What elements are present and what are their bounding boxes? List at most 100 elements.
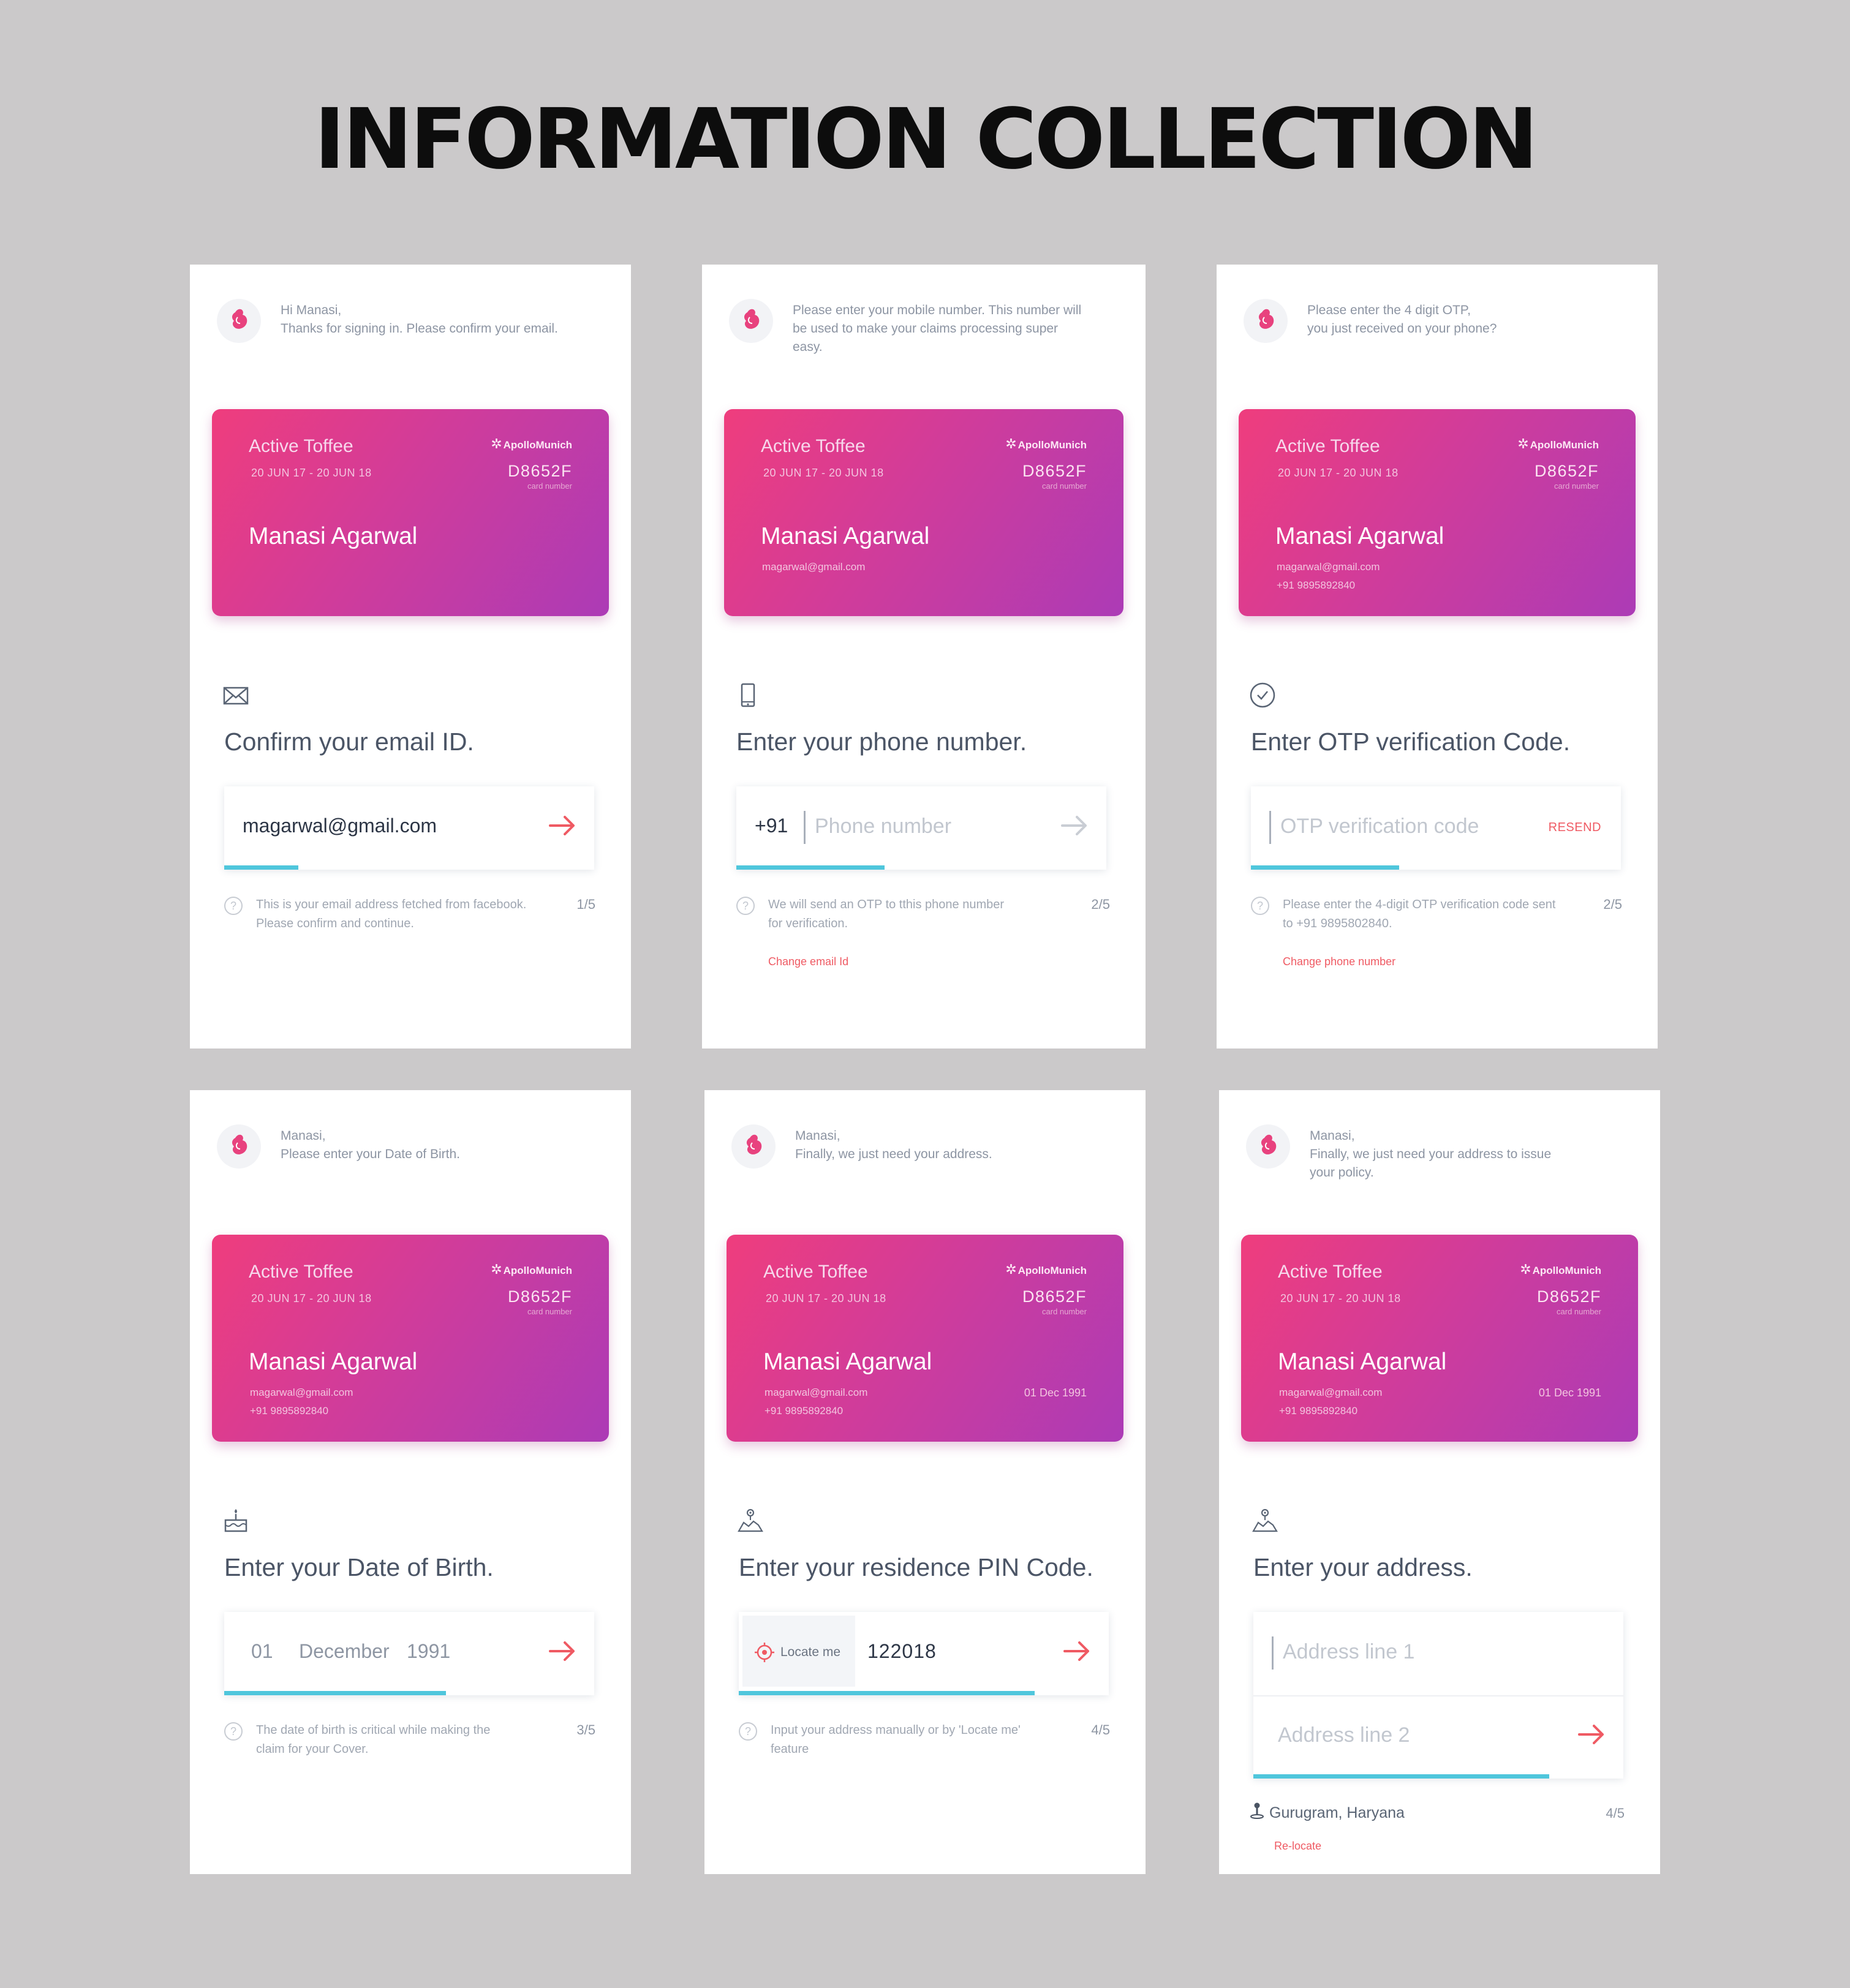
address-line-1-input[interactable]: Address line 1 (1283, 1640, 1414, 1664)
bot-avatar-icon (731, 1124, 776, 1169)
card-phone: +91 9895892840 (1277, 579, 1356, 591)
bot-avatar-icon (217, 1124, 261, 1169)
otp-input[interactable]: OTP verification code (1280, 815, 1479, 838)
next-arrow-button[interactable] (1061, 1635, 1093, 1667)
progress-bar (739, 1691, 1035, 1695)
next-arrow-button[interactable] (1059, 810, 1090, 842)
otp-screen: Please enter the 4 digit OTP, you just r… (1217, 265, 1658, 1049)
pincode-screen: Manasi, Finally, we just need your addre… (704, 1090, 1146, 1874)
card-validity-dates: 20 JUN 17 - 20 JUN 18 (1278, 467, 1399, 479)
change-email-link[interactable]: Change email Id (768, 955, 848, 968)
phone-entry-screen: Please enter your mobile number. This nu… (702, 265, 1146, 1049)
greeting-line: Finally, we just need your address. (795, 1147, 992, 1161)
target-icon (753, 1641, 776, 1666)
card-holder-name: Manasi Agarwal (249, 523, 418, 549)
next-arrow-button[interactable] (546, 1635, 578, 1667)
insurer-name: ApolloMunich (1018, 439, 1087, 451)
address-line-2-row[interactable]: Address line 2 (1253, 1695, 1623, 1779)
field-heading: Enter your phone number. (736, 728, 1027, 756)
step-indicator: 1/5 (576, 897, 595, 912)
card-holder-name: Manasi Agarwal (763, 1349, 932, 1375)
locate-me-button[interactable]: Locate me (742, 1616, 855, 1687)
bot-avatar-icon (1244, 299, 1288, 343)
apollo-star-icon: ✲ (491, 1262, 502, 1277)
insurer-name: ApolloMunich (1532, 1265, 1601, 1276)
card-validity-dates: 20 JUN 17 - 20 JUN 18 (251, 1292, 372, 1305)
field-heading: Confirm your email ID. (224, 728, 474, 756)
card-email: magarwal@gmail.com (765, 1387, 868, 1398)
next-arrow-button[interactable] (546, 810, 578, 842)
mobile-phone-icon (734, 681, 762, 709)
card-email: magarwal@gmail.com (1277, 561, 1380, 573)
dob-field[interactable]: 01 December 1991 (224, 1612, 594, 1695)
person-pin-icon (1250, 1802, 1264, 1824)
apollo-star-icon: ✲ (1520, 1262, 1531, 1277)
card-number: D8652F (507, 1287, 572, 1306)
bot-greeting: Please enter the 4 digit OTP, you just r… (1307, 301, 1638, 338)
progress-bar (224, 865, 298, 870)
change-phone-link[interactable]: Change phone number (1283, 955, 1395, 968)
apollo-star-icon: ✲ (1005, 1262, 1017, 1277)
email-confirm-screen: Hi Manasi, Thanks for signing in. Please… (190, 265, 631, 1049)
card-number-label: card number (1557, 1307, 1601, 1316)
help-icon: ? (224, 897, 243, 915)
address-field[interactable]: Address line 1 Address line 2 (1253, 1612, 1623, 1779)
insurance-card: Active Toffee 20 JUN 17 - 20 JUN 18 ✲ Apo… (724, 409, 1123, 616)
bot-avatar-icon (729, 299, 773, 343)
help-text: ? Please enter the 4-digit OTP verificat… (1251, 895, 1557, 933)
bot-greeting: Manasi, Finally, we just need your addre… (1310, 1127, 1579, 1182)
insurer-logo: ✲ ApolloMunich (1517, 436, 1599, 452)
email-field[interactable]: magarwal@gmail.com (224, 786, 594, 870)
insurance-card: Active Toffee 20 JUN 17 - 20 JUN 18 ✲ Apo… (212, 409, 609, 616)
country-code[interactable]: +91 (755, 815, 788, 837)
dob-screen: Manasi, Please enter your Date of Birth.… (190, 1090, 631, 1874)
relocate-link[interactable]: Re-locate (1274, 1840, 1321, 1853)
bot-avatar-icon (217, 299, 261, 343)
pincode-value[interactable]: 122018 (867, 1640, 937, 1663)
card-validity-dates: 20 JUN 17 - 20 JUN 18 (251, 467, 372, 479)
card-number: D8652F (1022, 1287, 1087, 1306)
bot-greeting: Hi Manasi, Thanks for signing in. Please… (281, 301, 611, 338)
text-caret (1272, 1636, 1274, 1670)
card-number: D8652F (1022, 462, 1087, 480)
card-email: magarwal@gmail.com (1279, 1387, 1383, 1398)
progress-bar (224, 1691, 447, 1695)
step-indicator: 4/5 (1091, 1722, 1110, 1738)
greeting-line: Manasi, (281, 1129, 326, 1143)
otp-field[interactable]: OTP verification code RESEND (1251, 786, 1621, 870)
dob-month[interactable]: December (299, 1640, 390, 1663)
field-heading: Enter OTP verification Code. (1251, 728, 1571, 756)
dob-year[interactable]: 1991 (407, 1640, 450, 1663)
card-number: D8652F (1534, 462, 1599, 480)
dob-day[interactable]: 01 (251, 1640, 273, 1663)
phone-input[interactable]: Phone number (815, 815, 951, 838)
field-heading: Enter your residence PIN Code. (739, 1553, 1093, 1581)
resend-button[interactable]: RESEND (1549, 821, 1601, 835)
progress-bar (1251, 865, 1399, 870)
next-arrow-button[interactable] (1576, 1719, 1607, 1750)
insurer-logo: ✲ ApolloMunich (1005, 1262, 1087, 1278)
card-dob: 01 Dec 1991 (1538, 1387, 1601, 1399)
card-email: magarwal@gmail.com (762, 561, 866, 573)
insurer-name: ApolloMunich (503, 439, 572, 451)
location-text: Gurugram, Haryana (1269, 1804, 1405, 1821)
address-line-1-row[interactable]: Address line 1 (1253, 1612, 1623, 1696)
card-plan-name: Active Toffee (763, 1262, 868, 1282)
card-holder-name: Manasi Agarwal (1278, 1349, 1447, 1375)
help-text: ? Input your address manually or by 'Loc… (739, 1721, 1045, 1759)
email-value[interactable]: magarwal@gmail.com (243, 815, 437, 837)
phone-field[interactable]: +91 Phone number (736, 786, 1106, 870)
card-number-label: card number (1042, 1307, 1087, 1316)
field-heading: Enter your address. (1253, 1553, 1473, 1581)
help-message: We will send an OTP to tthis phone numbe… (768, 898, 1005, 930)
insurance-card: Active Toffee 20 JUN 17 - 20 JUN 18 ✲ Apo… (727, 1235, 1123, 1442)
greeting-line: Please enter the 4 digit OTP, (1307, 303, 1471, 317)
card-holder-name: Manasi Agarwal (249, 1349, 418, 1375)
insurance-card: Active Toffee 20 JUN 17 - 20 JUN 18 ✲ Apo… (1241, 1235, 1638, 1442)
pincode-field[interactable]: Locate me 122018 (739, 1612, 1109, 1695)
address-line-2-input[interactable]: Address line 2 (1278, 1723, 1410, 1747)
help-icon: ? (736, 897, 755, 915)
card-validity-dates: 20 JUN 17 - 20 JUN 18 (763, 467, 884, 479)
insurer-logo: ✲ ApolloMunich (1005, 436, 1087, 452)
step-indicator: 2/5 (1603, 897, 1622, 912)
